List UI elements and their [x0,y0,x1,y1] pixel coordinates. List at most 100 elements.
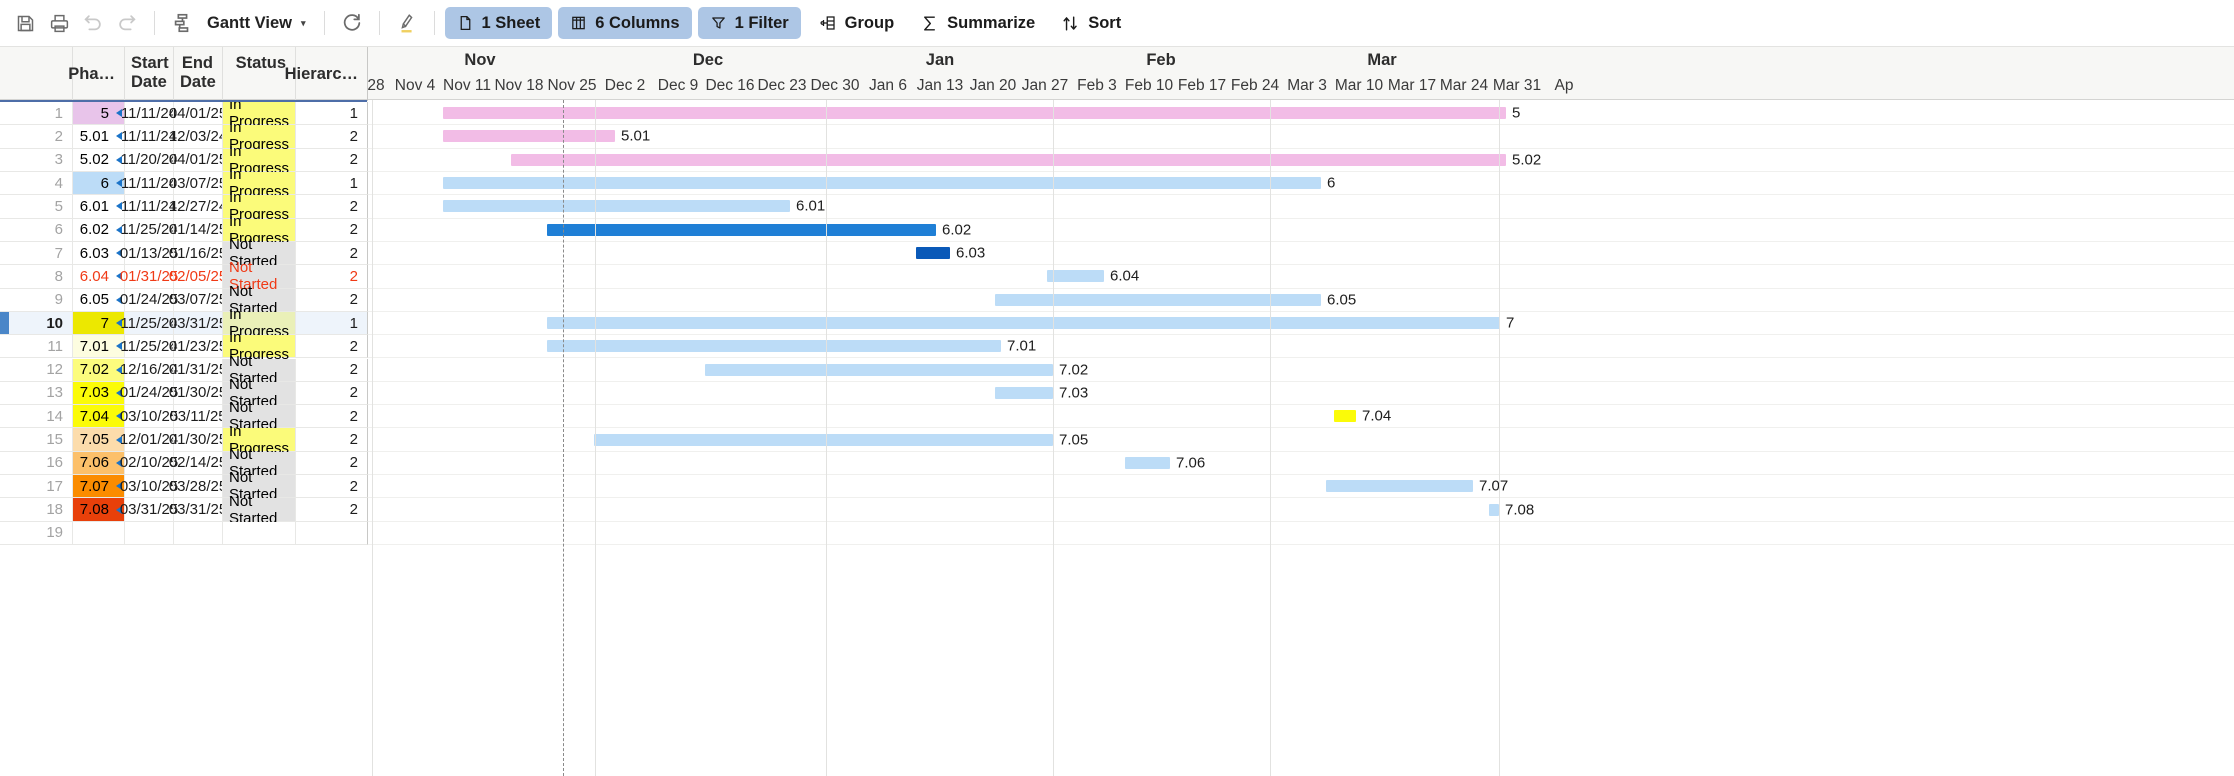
cell-start[interactable]: 03/31/25 [120,498,178,521]
group-chip[interactable]: Group [807,7,907,39]
table-row[interactable]: 4 6 11/11/24 03/07/25 1 In Progress 6 [0,166,2234,200]
row-timeline[interactable]: 5 [367,102,2234,126]
cell-end[interactable]: 02/05/25 [169,265,227,288]
gantt-bar[interactable] [547,223,936,236]
cell-hier[interactable]: 1 [295,171,367,195]
row-timeline[interactable]: 5.02 [367,148,2234,172]
cell-start[interactable]: 12/16/24 [120,358,178,381]
filter-chip[interactable]: 1 Filter [697,7,801,39]
row-timeline[interactable]: 6 [367,171,2234,196]
undo-icon[interactable] [76,6,110,40]
row-number[interactable]: 11 [0,335,72,357]
column-header-end[interactable]: End Date [173,47,222,101]
cell-hier[interactable]: 2 [295,265,367,288]
table-row[interactable]: 10 7 11/25/24 03/31/25 1 In Progress 7 [0,306,2234,340]
row-timeline[interactable]: 6.04 [367,265,2234,289]
cell-end[interactable]: 04/01/25 [169,148,227,171]
cell-end[interactable]: 01/31/25 [169,358,227,381]
gantt-view-selector[interactable]: Gantt View ▾ [199,9,314,38]
table-row[interactable]: 12 7.02 12/16/24 01/31/25 2 Not Started 7.02 [0,353,2234,387]
cell-end[interactable]: 01/30/25 [169,381,227,405]
cell-start[interactable] [124,521,173,545]
cell-end[interactable]: 12/03/24 [169,125,227,148]
row-number[interactable]: 9 [0,289,72,311]
cell-phase[interactable]: 5 [72,102,124,125]
cell-start[interactable]: 11/11/24 [121,102,177,125]
cell-start[interactable]: 02/10/25 [120,451,178,475]
cell-start[interactable]: 01/24/25 [120,288,178,311]
table-row[interactable]: 15 7.05 12/01/24 01/30/25 2 In Progress 7.05 [0,423,2234,457]
gantt-bar[interactable] [443,107,1506,120]
cell-hier[interactable]: 2 [295,148,367,171]
row-number[interactable]: 19 [0,522,72,544]
row-number[interactable]: 12 [0,359,72,381]
row-number[interactable]: 8 [0,265,72,287]
cell-start[interactable]: 01/31/25 [120,265,178,288]
row-timeline[interactable]: 7.03 [367,381,2234,406]
gantt-bar[interactable] [916,247,950,260]
row-number[interactable]: 17 [0,475,72,497]
row-timeline[interactable] [367,521,2234,546]
row-timeline[interactable]: 7.07 [367,475,2234,499]
cell-hier[interactable]: 2 [295,428,367,451]
gantt-bar[interactable] [547,340,1001,353]
print-icon[interactable] [42,6,76,40]
cell-end[interactable]: 12/27/24 [169,195,227,218]
cell-start[interactable]: 11/11/24 [121,171,177,195]
cell-end[interactable]: 01/23/25 [169,335,227,358]
row-timeline[interactable]: 6.03 [367,241,2234,266]
cell-hier[interactable]: 2 [295,475,367,498]
cell-start[interactable]: 11/11/24 [121,125,177,148]
table-row[interactable]: 11 7.01 11/25/24 01/23/25 2 In Progress 7.01 [0,329,2234,363]
cell-hier[interactable]: 2 [295,195,367,218]
gantt-bar[interactable] [443,177,1321,190]
table-row[interactable]: 9 6.05 01/24/25 03/07/25 2 Not Started 6.05 [0,283,2234,317]
cell-hier[interactable]: 2 [295,358,367,381]
row-timeline[interactable]: 7.02 [367,358,2234,382]
redo-icon[interactable] [110,6,144,40]
row-timeline[interactable]: 5.01 [367,125,2234,149]
table-row[interactable]: 1 5 11/11/24 04/01/25 1 In Progress 5 [0,102,2234,130]
gantt-bar[interactable] [705,363,1053,376]
gantt-bar[interactable] [1489,503,1499,516]
sort-chip[interactable]: Sort [1049,7,1133,39]
table-row[interactable]: 13 7.03 01/24/25 01/30/25 2 Not Started 7.03 [0,376,2234,410]
table-row[interactable]: 19 [0,521,2234,546]
gantt-bar[interactable] [1047,270,1104,283]
table-row[interactable]: 7 6.03 01/13/25 01/16/25 2 Not Started 6.03 [0,236,2234,270]
row-number[interactable]: 13 [0,382,72,404]
cell-hier[interactable]: 2 [295,381,367,405]
row-timeline[interactable]: 7.04 [367,405,2234,429]
cell-start[interactable]: 11/20/24 [120,148,178,171]
cell-hier[interactable]: 2 [295,405,367,428]
cell-phase[interactable]: 7.08 [72,498,124,521]
cell-hier[interactable]: 2 [295,498,367,521]
gantt-bar[interactable] [995,386,1053,399]
cell-start[interactable]: 11/11/24 [121,195,177,218]
cell-phase[interactable]: 7.01 [72,335,124,358]
row-number[interactable]: 4 [0,172,72,194]
cell-status[interactable] [222,521,295,545]
cell-hier[interactable]: 2 [295,335,367,358]
cell-hier[interactable]: 2 [295,288,367,311]
gantt-bar[interactable] [443,130,615,143]
cell-phase[interactable]: 6.05 [72,288,124,311]
cell-end[interactable]: 03/07/25 [169,288,227,311]
cell-phase[interactable]: 6.02 [72,218,124,241]
cell-phase[interactable]: 6.04 [72,265,124,288]
row-number[interactable]: 10 [0,312,72,334]
cell-phase[interactable]: 6 [72,171,124,195]
row-number[interactable]: 6 [0,219,72,241]
table-row[interactable]: 3 5.02 11/20/24 04/01/25 2 In Progress 5.02 [0,143,2234,177]
cell-hier[interactable]: 2 [295,125,367,148]
cell-end[interactable]: 03/11/25 [169,405,227,428]
table-row[interactable]: 8 6.04 01/31/25 02/05/25 2 Not Started 6.04 [0,259,2234,293]
sheet-chip[interactable]: 1 Sheet [444,7,553,39]
cell-end[interactable]: 03/31/25 [169,498,227,521]
row-number[interactable]: 7 [0,242,72,264]
highlighter-icon[interactable] [390,6,424,40]
cell-phase[interactable] [72,521,124,545]
cell-hier[interactable]: 1 [295,311,367,335]
cell-phase[interactable]: 5.01 [72,125,124,148]
row-timeline[interactable]: 6.05 [367,288,2234,312]
